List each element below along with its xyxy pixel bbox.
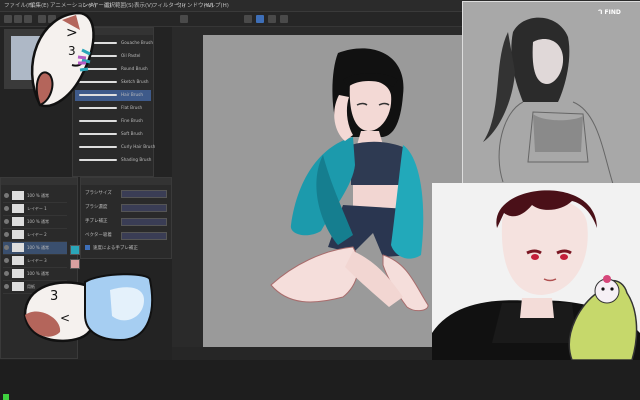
menu-view[interactable]: 表示(V) [134,1,153,9]
brush-density-field[interactable] [121,204,167,212]
vtuber-avatar [432,190,640,361]
stabilization-label: 手ブレ補正 [85,219,108,224]
eye-icon[interactable] [4,245,9,250]
webcam-overlay [432,183,640,361]
eye-icon[interactable] [4,232,9,237]
layer-row[interactable]: レイヤー 1 [3,203,67,216]
layer-row[interactable]: レイヤー 2 [3,229,67,242]
vector-snap-label: ベクター吸着 [85,233,112,238]
layer-green-toggle[interactable] [3,394,9,400]
svg-text:>: > [66,25,78,41]
brush-size-field[interactable] [121,190,167,198]
reference-sketch [483,17,614,185]
clear-icon[interactable] [180,15,188,23]
tool-property-header [81,178,171,185]
eye-icon[interactable] [4,271,9,276]
status-bar [172,347,462,360]
brush-density-label: ブラシ濃度 [85,205,108,210]
eye-icon[interactable] [4,206,9,211]
new-file-icon[interactable] [4,15,12,23]
layer-row-active[interactable]: 100 % 通常 [3,242,67,255]
ruler-icon[interactable] [280,15,288,23]
brush-item[interactable]: Fine Brush [75,116,151,127]
brush-item[interactable]: Curly Hair Brush [75,142,155,153]
sub-color-swatch[interactable] [70,259,80,269]
layer-row[interactable]: レイヤー 3 [3,255,67,268]
svg-text:3: 3 [50,289,58,304]
speed-stabilization-checkbox[interactable] [85,245,90,250]
sticker-character-bottom: 3 < [23,273,154,343]
transform-icon[interactable] [244,15,252,23]
select-icon[interactable] [256,15,264,23]
tool-property-panel: ブラシサイズ ブラシ濃度 手ブレ補正 ベクター吸着 速度による手ブレ補正 [80,177,172,259]
speed-stabilization-label: 速度による手ブレ補正 [93,246,138,251]
brush-size-label: ブラシサイズ [85,191,112,196]
brush-item[interactable]: Shading Brush [75,155,151,166]
layer-panel-header [1,178,77,185]
menu-help[interactable]: ヘルプ(H) [204,1,229,9]
eye-icon[interactable] [4,193,9,198]
snap-icon[interactable] [268,15,276,23]
stabilization-field[interactable] [121,218,167,226]
sticker-character-top: > 3 [30,11,95,108]
reference-tag: ᒉ FIND [598,9,621,16]
layer-row[interactable]: 100 % 通常 [3,190,67,203]
vector-snap-field[interactable] [121,232,167,240]
eye-icon[interactable] [4,258,9,263]
menu-selection[interactable]: 選択範囲(S) [104,1,134,9]
layer-row[interactable]: 100 % 通常 [3,216,67,229]
svg-text:<: < [60,311,70,325]
brush-item[interactable]: Soft Brush [75,129,151,140]
svg-text:3: 3 [68,44,76,58]
reference-window[interactable] [462,1,640,185]
eye-icon[interactable] [4,284,9,289]
eye-icon[interactable] [4,219,9,224]
main-color-swatch[interactable] [70,245,80,255]
